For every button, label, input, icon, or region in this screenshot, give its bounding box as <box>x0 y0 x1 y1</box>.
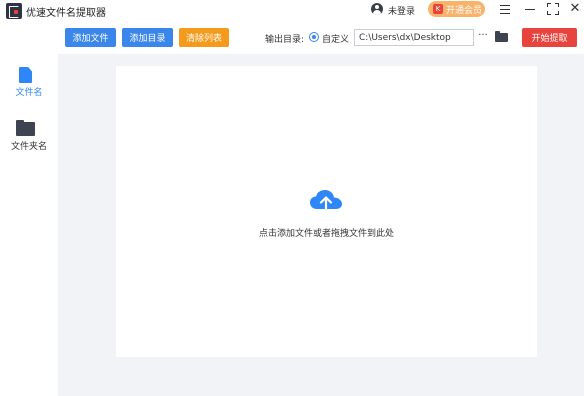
file-icon <box>19 67 32 83</box>
custom-radio[interactable] <box>309 32 319 42</box>
user-icon[interactable] <box>371 3 383 15</box>
app-title: 优速文件名提取器 <box>26 8 106 19</box>
output-dir-label: 输出目录: <box>265 35 305 45</box>
app-logo-icon <box>6 3 22 19</box>
open-vip-button[interactable]: K 开通会员 <box>428 1 485 17</box>
browse-more-icon[interactable]: ··· <box>476 31 490 43</box>
file-drop-area[interactable]: 点击添加文件或者拖拽文件到此处 <box>116 66 537 357</box>
sidebar-item-filename[interactable]: 文件名 <box>0 64 58 104</box>
sidebar-item-foldername[interactable]: 文件夹名 <box>0 118 58 158</box>
cloud-upload-icon <box>310 190 342 215</box>
folder-icon <box>16 120 35 136</box>
sidebar-item-label: 文件名 <box>15 88 43 98</box>
open-folder-icon[interactable] <box>495 31 508 42</box>
output-path-input[interactable] <box>354 29 474 46</box>
vip-label: 开通会员 <box>446 5 483 16</box>
clear-list-button[interactable]: 清除列表 <box>179 28 229 47</box>
menu-icon[interactable] <box>498 2 512 16</box>
maximize-icon[interactable] <box>546 2 560 16</box>
close-icon[interactable]: ✕ <box>568 2 582 16</box>
add-directory-button[interactable]: 添加目录 <box>122 28 173 47</box>
login-status[interactable]: 未登录 <box>388 4 415 17</box>
sidebar: 文件名 文件夹名 <box>0 22 58 396</box>
drop-hint-text: 点击添加文件或者拖拽文件到此处 <box>258 229 394 239</box>
custom-radio-label[interactable]: 自定义 <box>322 32 349 45</box>
minimize-icon[interactable] <box>523 2 537 16</box>
start-extract-button[interactable]: 开始提取 <box>522 28 577 47</box>
add-file-button[interactable]: 添加文件 <box>65 28 116 47</box>
vip-icon: K <box>433 4 443 14</box>
toolbar: 添加文件 添加目录 清除列表 输出目录: 自定义 ··· 开始提取 <box>58 22 584 54</box>
sidebar-item-label: 文件夹名 <box>10 142 47 152</box>
title-bar: 优速文件名提取器 未登录 K 开通会员 ✕ <box>0 0 584 22</box>
